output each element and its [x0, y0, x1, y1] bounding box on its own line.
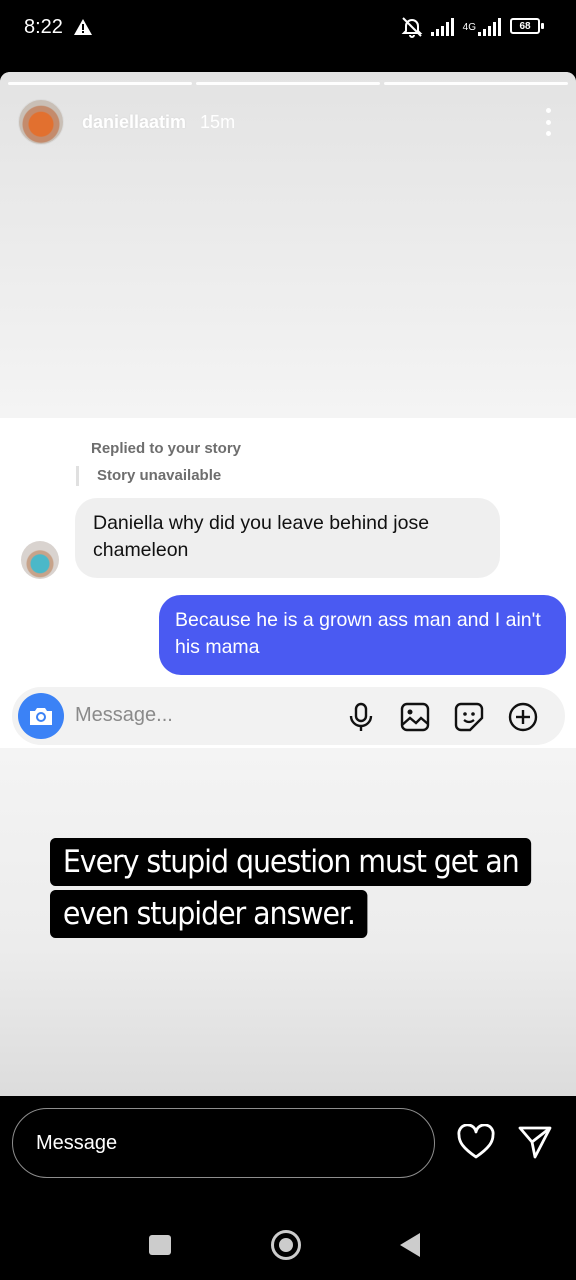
mic-icon — [349, 702, 373, 731]
reply-bar: Message — [0, 1096, 576, 1196]
progress-segment — [384, 82, 568, 85]
caption-line-1: Every stupid question must get an — [50, 838, 532, 886]
status-icons: 4G 68 — [401, 16, 544, 38]
story-viewer[interactable]: daniellaatim 15m Replied to your story S… — [0, 72, 576, 1096]
bell-off-icon — [401, 17, 423, 38]
story-progress — [8, 82, 568, 85]
battery-icon: 68 — [510, 18, 544, 36]
story-unavailable: Story unavailable — [76, 466, 221, 486]
dm-screenshot: Replied to your story Story unavailable … — [0, 418, 576, 748]
signal-icon-2 — [478, 18, 501, 36]
progress-segment — [196, 82, 380, 85]
story-header: daniellaatim 15m — [18, 98, 552, 146]
status-time: 8:22 — [24, 16, 63, 38]
dm-message-bar: Message... — [12, 687, 565, 745]
sender-avatar — [21, 541, 59, 579]
warning-icon — [74, 19, 92, 35]
dm-actions — [345, 701, 539, 733]
sticker-icon — [454, 702, 484, 732]
progress-segment — [8, 82, 192, 85]
home-button[interactable] — [271, 1230, 301, 1260]
avatar[interactable] — [18, 99, 64, 145]
reply-input[interactable]: Message — [12, 1108, 435, 1178]
heart-icon[interactable] — [457, 1124, 495, 1160]
signal-icon — [430, 18, 454, 36]
back-button[interactable] — [400, 1233, 420, 1257]
send-icon[interactable] — [517, 1124, 553, 1160]
status-bar: 8:22 4G 68 — [0, 0, 576, 56]
recents-button[interactable] — [149, 1235, 171, 1255]
username[interactable]: daniellaatim — [82, 112, 186, 133]
image-icon — [400, 702, 430, 732]
story-caption: Every stupid question must get an even s… — [50, 836, 547, 940]
network-type: 4G — [462, 21, 476, 33]
incoming-message: Daniella why did you leave behind jose c… — [75, 498, 500, 578]
system-nav-bar — [0, 1196, 576, 1280]
more-icon[interactable] — [544, 108, 552, 136]
battery-level: 68 — [510, 18, 540, 34]
plus-icon — [508, 702, 538, 732]
dm-message-placeholder: Message... — [75, 704, 173, 726]
reply-label: Replied to your story — [91, 440, 242, 457]
outgoing-message: Because he is a grown ass man and I ain'… — [159, 595, 566, 675]
camera-icon — [18, 693, 64, 739]
time-ago: 15m — [200, 111, 236, 132]
caption-line-2: even stupider answer. — [50, 890, 368, 938]
